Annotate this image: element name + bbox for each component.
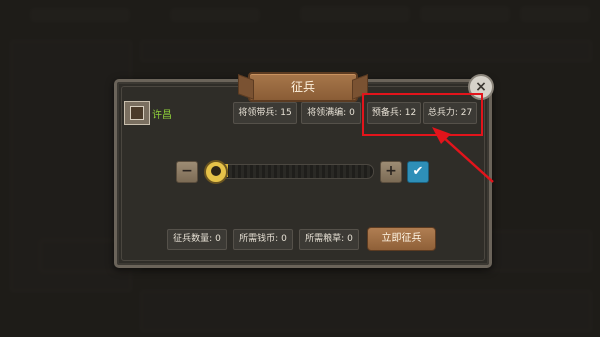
checkmark-icon: ✔	[412, 164, 424, 179]
minus-icon: −	[181, 163, 193, 179]
stat-full-capacity-label: 将领满编:	[307, 108, 347, 118]
decrease-button[interactable]: −	[176, 161, 198, 183]
plus-icon: +	[385, 163, 397, 179]
dialog-title: 征兵	[290, 80, 315, 94]
recruit-count: 征兵数量: 0	[167, 229, 227, 250]
recruit-slider-handle[interactable]	[204, 160, 228, 184]
stat-general-troops-label: 将领带兵:	[238, 108, 278, 118]
dialog-title-plate: 征兵	[238, 72, 368, 102]
stat-general-troops: 将领带兵: 15	[233, 102, 297, 124]
required-grain-label: 所需粮草:	[305, 234, 345, 244]
increase-button[interactable]: +	[380, 161, 402, 183]
annotation-highlight-box	[362, 93, 483, 136]
recruit-now-button[interactable]: 立即征兵	[367, 227, 436, 251]
required-grain-value: 0	[347, 234, 353, 244]
recruit-count-label: 征兵数量:	[173, 234, 213, 244]
stat-full-capacity-value: 0	[349, 108, 355, 118]
soldier-icon	[211, 166, 221, 176]
required-coins-value: 0	[281, 234, 287, 244]
required-grain: 所需粮草: 0	[299, 229, 359, 250]
portrait-inner	[130, 106, 144, 120]
required-coins: 所需钱币: 0	[233, 229, 293, 250]
general-portrait-icon[interactable]	[124, 101, 150, 125]
recruit-slider-track[interactable]	[216, 164, 374, 179]
recruit-count-value: 0	[215, 234, 221, 244]
general-name: 许昌	[152, 110, 172, 121]
stat-full-capacity: 将领满编: 0	[301, 102, 361, 124]
required-coins-label: 所需钱币:	[239, 234, 279, 244]
confirm-max-button[interactable]: ✔	[407, 161, 429, 183]
stat-general-troops-value: 15	[280, 108, 292, 118]
